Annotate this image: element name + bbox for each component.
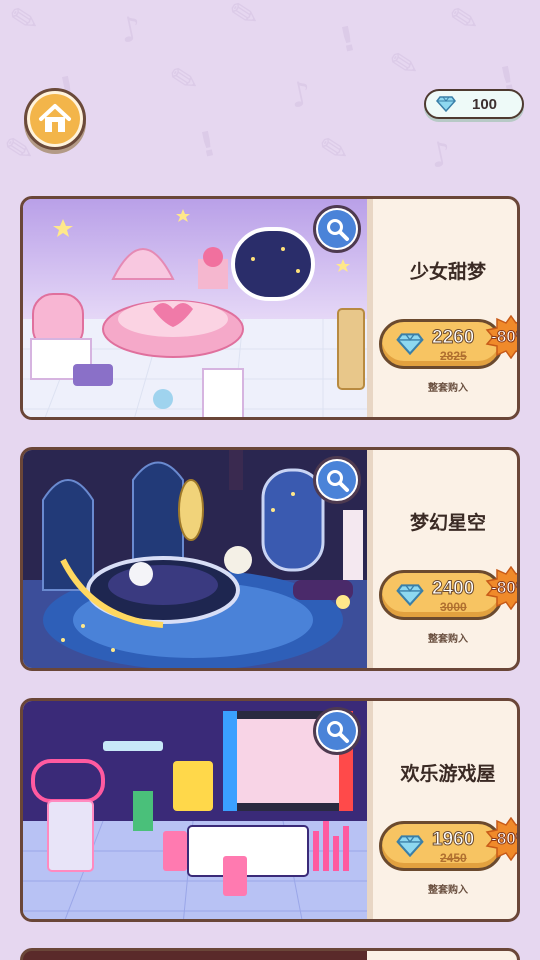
sale-price: 2400 — [431, 578, 475, 600]
discount-badge: -80% — [485, 314, 517, 360]
original-price: 3000 — [440, 600, 467, 614]
pack-title: 梦幻星空 — [409, 512, 486, 534]
original-price: 2825 — [440, 349, 467, 363]
original-price: 2450 — [440, 851, 467, 865]
pack-title: 欢乐游戏屋 — [400, 763, 496, 785]
buy-full-set-label: 整套购入 — [428, 383, 468, 394]
diamond-icon — [396, 584, 424, 606]
sale-price: 1960 — [431, 829, 475, 851]
discount-badge: -80% — [485, 565, 517, 611]
zoom-button[interactable] — [313, 456, 361, 504]
home-button[interactable] — [24, 88, 86, 150]
sale-price: 2260 — [431, 327, 475, 349]
room-preview-image[interactable] — [23, 199, 367, 417]
diamond-icon — [396, 835, 424, 857]
zoom-button[interactable] — [313, 707, 361, 755]
pack-card-starry-sky[interactable]: 梦幻星空 2400 3000 -80% 整套购入 — [20, 447, 520, 671]
zoom-button[interactable] — [313, 205, 361, 253]
magnifier-icon — [327, 721, 349, 743]
pack-card-game-room[interactable]: 欢乐游戏屋 1960 2450 -80% 整套购入 — [20, 698, 520, 922]
discount-badge: -80% — [485, 816, 517, 862]
pack-card-sweet-dream[interactable]: 少女甜梦 2260 2825 -80% 整套购入 — [20, 196, 520, 420]
room-preview-image[interactable] — [23, 450, 367, 668]
diamond-icon — [436, 96, 456, 112]
pack-card-partial[interactable] — [20, 948, 520, 960]
buy-full-set-label: 整套购入 — [428, 634, 468, 645]
room-preview-image[interactable] — [23, 701, 367, 919]
house-icon — [39, 104, 71, 132]
diamond-icon — [396, 333, 424, 355]
buy-full-set-label: 整套购入 — [428, 885, 468, 896]
magnifier-icon — [327, 470, 349, 492]
diamond-balance[interactable]: 100 — [424, 89, 524, 119]
diamond-amount: 100 — [472, 95, 498, 113]
pack-title: 少女甜梦 — [409, 261, 486, 283]
magnifier-icon — [327, 219, 349, 241]
